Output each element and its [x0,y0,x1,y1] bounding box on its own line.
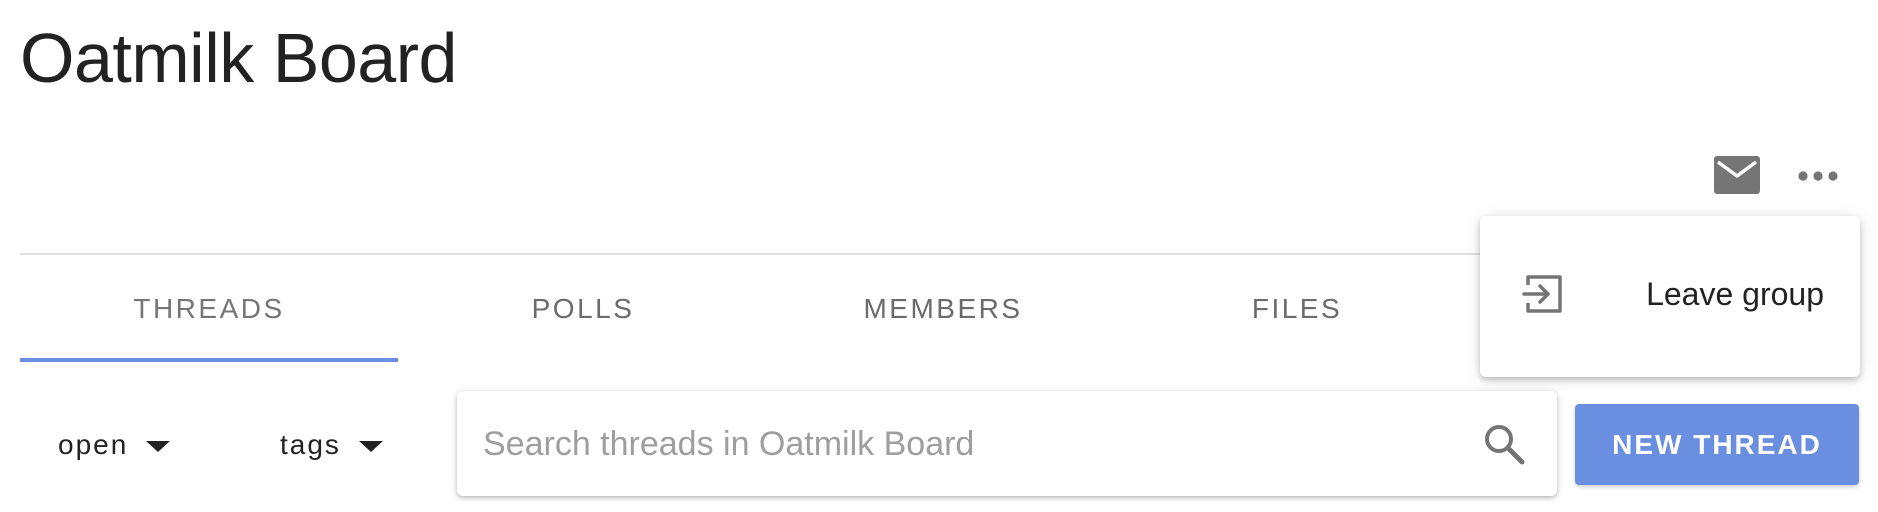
new-thread-button[interactable]: NEW THREAD [1575,404,1859,485]
search-box [457,391,1557,496]
tags-filter-dropdown[interactable]: tags [280,420,383,470]
search-input[interactable] [483,417,1433,471]
tab-members[interactable]: MEMBERS [754,256,1132,362]
tab-polls-label: POLLS [531,293,635,324]
search-icon[interactable] [1481,421,1527,467]
tags-filter-label: tags [280,429,341,460]
tab-threads-label: THREADS [133,293,285,324]
tab-threads[interactable]: THREADS [20,256,398,362]
tab-members-label: MEMBERS [863,293,1023,324]
caret-down-icon [146,440,171,452]
caret-down-icon [358,440,383,452]
more-horizontal-icon[interactable] [1795,156,1841,196]
page-title: Oatmilk Board [20,19,457,97]
status-filter-label: open [58,429,129,460]
mail-icon[interactable] [1712,154,1762,196]
menu-item-leave-group[interactable]: Leave group [1480,216,1860,377]
tab-files[interactable]: FILES [1108,256,1486,362]
active-tab-indicator [20,358,398,362]
status-filter-dropdown[interactable]: open [58,420,171,470]
menu-item-leave-group-label: Leave group [1646,276,1824,312]
leave-group-icon [1520,271,1566,317]
tab-polls[interactable]: POLLS [394,256,772,362]
overflow-menu: Leave group [1480,216,1860,377]
tab-files-label: FILES [1251,293,1343,324]
tab-bar: THREADS POLLS MEMBERS FILES [20,256,1440,362]
